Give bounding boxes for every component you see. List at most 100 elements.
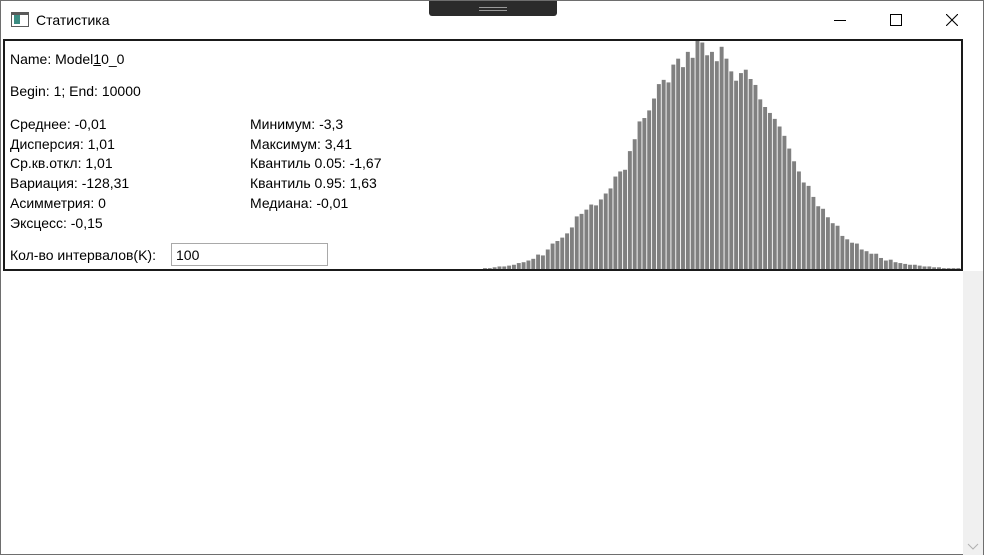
intervals-input[interactable] [171, 243, 328, 266]
stat-variance: Дисперсия: 1,01 [10, 136, 115, 152]
histogram-bar [652, 98, 656, 269]
histogram-bar [710, 51, 714, 269]
histogram-bar [845, 239, 850, 269]
stat-variation: Вариация: -128,31 [10, 175, 130, 191]
histogram-bar [516, 263, 521, 269]
model-name-suffix: 0_0 [101, 51, 125, 67]
histogram-bar [946, 268, 951, 269]
histogram-bar [676, 58, 681, 269]
histogram-bar [738, 73, 743, 269]
histogram-bar [801, 182, 806, 269]
histogram-bar [912, 264, 917, 269]
histogram-bar [536, 254, 541, 269]
vertical-scrollbar[interactable] [963, 271, 983, 555]
histogram-bar [695, 41, 700, 269]
histogram-bar [743, 69, 748, 269]
model-name-access-key: 1 [93, 51, 102, 67]
histogram-bar [579, 213, 584, 269]
histogram-bar [753, 84, 758, 269]
title-bar[interactable]: Статистика [1, 1, 983, 39]
histogram-bar [574, 216, 579, 269]
histogram-bar [565, 233, 570, 269]
stat-quantile-95: Квантиль 0.95: 1,63 [250, 175, 377, 191]
histogram-bar [492, 267, 497, 269]
histogram-bar [927, 266, 932, 269]
histogram-bar [903, 263, 908, 269]
histogram-bar [869, 253, 874, 269]
histogram-bar [671, 64, 676, 269]
histogram-bar [560, 237, 565, 269]
histogram-bar [830, 223, 835, 269]
histogram-bar [811, 196, 816, 269]
histogram-bar [796, 171, 801, 269]
histogram-bar [627, 151, 632, 269]
histogram-bar [598, 199, 603, 269]
intervals-label: Кол-во интервалов(K): [10, 247, 156, 263]
stat-median: Медиана: -0,01 [250, 195, 349, 211]
histogram-bar [787, 148, 792, 269]
histogram-bar [883, 260, 888, 269]
histogram-bar [540, 255, 545, 269]
histogram-bar [685, 51, 690, 269]
histogram-bar [777, 126, 782, 269]
histogram-bar [956, 268, 961, 269]
histogram-bar [502, 266, 507, 269]
minimize-icon [834, 20, 846, 21]
histogram-bar [681, 67, 685, 269]
histogram-bar [507, 265, 512, 269]
close-button[interactable] [929, 1, 975, 39]
histogram-bar [806, 185, 811, 269]
histogram-bar [584, 209, 589, 269]
histogram-bar [792, 161, 797, 269]
histogram-bar [941, 268, 946, 269]
histogram-bar [531, 258, 536, 269]
maximize-icon [890, 14, 902, 26]
histogram-bar [893, 262, 898, 269]
scroll-down-icon[interactable] [967, 543, 979, 551]
histogram-chart [483, 41, 961, 269]
histogram-bar [550, 243, 555, 269]
window-title: Статистика [36, 12, 110, 28]
histogram-bar [758, 99, 763, 269]
app-window-icon [11, 12, 29, 27]
histogram-bar [879, 257, 883, 269]
range-label: Begin: 1; End: 10000 [10, 83, 141, 99]
histogram-bar [748, 79, 753, 269]
histogram-bar [700, 42, 705, 269]
histogram-bar [908, 264, 912, 269]
maximize-button[interactable] [873, 1, 919, 39]
histogram-bar [511, 264, 516, 269]
model-name: Name: Model10_0 [10, 51, 124, 67]
histogram-bar [840, 235, 845, 269]
histogram-bar [937, 267, 941, 269]
histogram-bar [637, 121, 642, 269]
close-icon [946, 14, 958, 26]
histogram-bar [661, 79, 666, 269]
histogram-bar [545, 249, 550, 269]
histogram-bar [623, 169, 627, 269]
histogram-bar [888, 259, 893, 269]
histogram-bar [772, 118, 777, 269]
stat-minimum: Минимум: -3,3 [250, 116, 344, 132]
minimize-button[interactable] [817, 1, 863, 39]
histogram-bar [729, 71, 734, 269]
histogram-bar [618, 171, 623, 269]
stat-maximum: Максимум: 3,41 [250, 136, 352, 152]
stat-mean: Среднее: -0,01 [10, 116, 107, 132]
histogram-bar [487, 268, 492, 269]
histogram-bar [632, 139, 637, 269]
drag-handle[interactable] [429, 1, 557, 16]
histogram-bar [594, 205, 599, 269]
histogram-bar [917, 265, 922, 269]
histogram-bar [734, 80, 739, 269]
histogram-bar [724, 58, 729, 269]
histogram-bar [714, 61, 719, 269]
app-window: Статистика Name: Model10_0 Begin: 1; End… [0, 0, 984, 555]
histogram-bar [859, 249, 864, 269]
histogram-bar [521, 262, 526, 269]
histogram-bar [864, 251, 869, 269]
histogram-bar [719, 46, 724, 269]
stat-std-dev: Ср.кв.откл: 1,01 [10, 155, 113, 171]
histogram-bar [690, 57, 695, 269]
histogram-bar [569, 227, 574, 269]
